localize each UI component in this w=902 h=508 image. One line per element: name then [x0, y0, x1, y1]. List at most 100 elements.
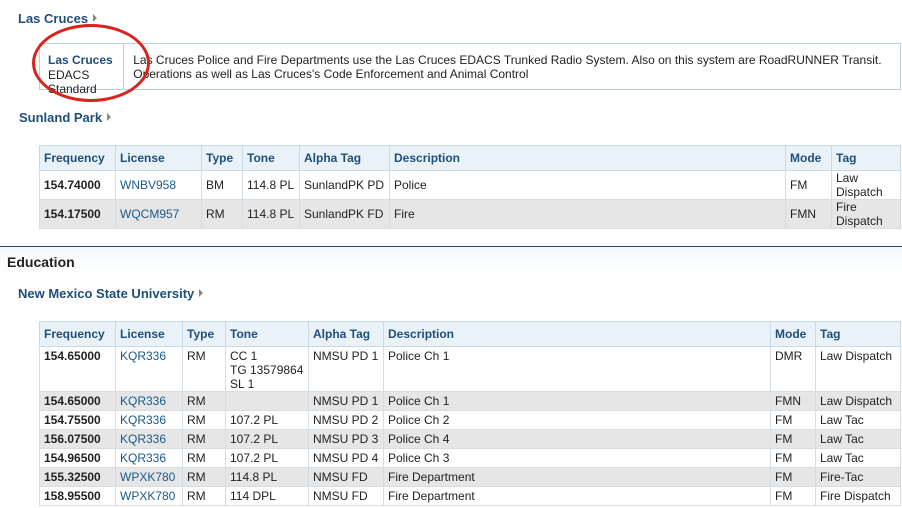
license-link[interactable]: KQR336: [120, 394, 166, 408]
cell-alpha-tag: SunlandPK FD: [299, 199, 390, 229]
cell-tone: 107.2 PL: [225, 429, 309, 449]
nmsu-link[interactable]: New Mexico State University: [18, 286, 204, 301]
cell-type: RM: [201, 199, 243, 229]
cell-tag: Fire Dispatch: [815, 486, 901, 506]
column-header-alpha-tag[interactable]: Alpha Tag: [299, 145, 390, 171]
system-description: Las Cruces Police and Fire Departments u…: [133, 53, 882, 81]
cell-license[interactable]: KQR336: [115, 410, 183, 430]
cell-alpha-tag: NMSU PD 3: [308, 429, 384, 449]
cell-alpha-tag: SunlandPK PD: [299, 170, 390, 200]
license-link[interactable]: WPXK780: [120, 489, 175, 503]
table-row: 154.17500 WQCM957 RM 114.8 PL SunlandPK FD Fi…: [39, 199, 901, 229]
cell-frequency: 154.17500: [39, 199, 116, 229]
cell-alpha-tag: NMSU PD 1: [308, 346, 384, 392]
cell-description: Fire Department: [383, 467, 771, 487]
cell-type: RM: [182, 486, 226, 506]
cell-license[interactable]: WPXK780: [115, 486, 183, 506]
cell-type: RM: [182, 346, 226, 392]
column-header-type[interactable]: Type: [182, 321, 226, 347]
license-link[interactable]: WPXK780: [120, 470, 175, 484]
cell-license[interactable]: WQCM957: [115, 199, 202, 229]
cell-description: Fire: [389, 199, 786, 229]
cell-license[interactable]: KQR336: [115, 346, 183, 392]
license-link[interactable]: WQCM957: [120, 207, 179, 221]
nmsu-link-label: New Mexico State University: [18, 286, 195, 301]
table-header-row: Frequency License Type Tone Alpha Tag Descrip…: [39, 145, 901, 171]
cell-type: BM: [201, 170, 243, 200]
table-row: 154.65000 KQR336 RM CC 1 TG 13579864 SL 1 NMSU…: [39, 346, 901, 392]
cell-tone: 114.8 PL: [242, 170, 300, 200]
column-header-frequency[interactable]: Frequency: [39, 321, 116, 347]
cell-frequency: 154.96500: [39, 448, 116, 468]
license-link[interactable]: WNBV958: [120, 178, 176, 192]
cell-license[interactable]: KQR336: [115, 448, 183, 468]
system-name-link[interactable]: Las Cruces: [48, 53, 123, 67]
cell-mode: FMN: [770, 391, 816, 411]
cell-mode: FM: [785, 170, 832, 200]
cell-tag: Law Tac: [815, 429, 901, 449]
cell-license[interactable]: KQR336: [115, 429, 183, 449]
cell-type: RM: [182, 448, 226, 468]
cell-description: Police: [389, 170, 786, 200]
sunland-park-frequency-table: Frequency License Type Tone Alpha Tag Descrip…: [39, 145, 901, 229]
column-header-tone[interactable]: Tone: [225, 321, 309, 347]
column-header-license[interactable]: License: [115, 145, 202, 171]
cell-alpha-tag: NMSU FD: [308, 486, 384, 506]
cell-license[interactable]: KQR336: [115, 391, 183, 411]
column-header-alpha-tag[interactable]: Alpha Tag: [308, 321, 384, 347]
cell-tone: 107.2 PL: [225, 410, 309, 430]
sunland-park-link[interactable]: Sunland Park: [19, 110, 112, 125]
cell-frequency: 154.74000: [39, 170, 116, 200]
table-row: 155.32500 WPXK780 RM 114.8 PL NMSU FD Fire De…: [39, 467, 901, 487]
table-row: 158.95500 WPXK780 RM 114 DPL NMSU FD Fire Dep…: [39, 486, 901, 506]
education-section-bar: Education: [0, 246, 902, 277]
cell-frequency: 155.32500: [39, 467, 116, 487]
cell-license[interactable]: WNBV958: [115, 170, 202, 200]
license-link[interactable]: KQR336: [120, 413, 166, 427]
cell-frequency: 156.07500: [39, 429, 116, 449]
cell-license[interactable]: WPXK780: [115, 467, 183, 487]
license-link[interactable]: KQR336: [120, 432, 166, 446]
column-header-tag[interactable]: Tag: [815, 321, 901, 347]
cell-tone: 107.2 PL: [225, 448, 309, 468]
cell-tag: Fire-Tac: [815, 467, 901, 487]
cell-tone: CC 1 TG 13579864 SL 1: [225, 346, 309, 392]
column-header-tone[interactable]: Tone: [242, 145, 300, 171]
cell-description: Police Ch 1: [383, 346, 771, 392]
cell-tone: [225, 391, 309, 411]
column-header-tag[interactable]: Tag: [831, 145, 901, 171]
cell-type: RM: [182, 467, 226, 487]
cell-type: RM: [182, 429, 226, 449]
license-link[interactable]: KQR336: [120, 451, 166, 465]
cell-tag: Law Dispatch: [815, 346, 901, 392]
table-row: 154.65000 KQR336 RM NMSU PD 1 Police Ch 1 FMN…: [39, 391, 901, 411]
column-header-description[interactable]: Description: [389, 145, 786, 171]
cell-mode: FM: [770, 429, 816, 449]
las-cruces-system-box: Las Cruces EDACS Standard Las Cruces Pol…: [39, 43, 901, 96]
cell-tone: 114.8 PL: [225, 467, 309, 487]
sunland-park-link-label: Sunland Park: [19, 110, 103, 125]
cell-tag: Fire Dispatch: [831, 199, 901, 229]
column-header-mode[interactable]: Mode: [770, 321, 816, 347]
cell-frequency: 158.95500: [39, 486, 116, 506]
cell-mode: FM: [770, 486, 816, 506]
column-header-description[interactable]: Description: [383, 321, 771, 347]
table-row: 154.74000 WNBV958 BM 114.8 PL SunlandPK PD Po…: [39, 170, 901, 200]
column-header-mode[interactable]: Mode: [785, 145, 832, 171]
chevron-right-icon: [93, 14, 98, 22]
cell-mode: FM: [770, 467, 816, 487]
cell-tag: Law Tac: [815, 410, 901, 430]
license-link[interactable]: KQR336: [120, 349, 166, 363]
cell-frequency: 154.65000: [39, 391, 116, 411]
column-header-frequency[interactable]: Frequency: [39, 145, 116, 171]
las-cruces-link[interactable]: Las Cruces: [18, 11, 98, 26]
chevron-right-icon: [107, 113, 112, 121]
cell-alpha-tag: NMSU FD: [308, 467, 384, 487]
system-cell: Las Cruces EDACS Standard: [40, 44, 125, 96]
cell-frequency: 154.75500: [39, 410, 116, 430]
cell-description: Police Ch 3: [383, 448, 771, 468]
column-header-type[interactable]: Type: [201, 145, 243, 171]
table-row: 154.75500 KQR336 RM 107.2 PL NMSU PD 2 Police…: [39, 410, 901, 430]
column-header-license[interactable]: License: [115, 321, 183, 347]
cell-mode: DMR: [770, 346, 816, 392]
